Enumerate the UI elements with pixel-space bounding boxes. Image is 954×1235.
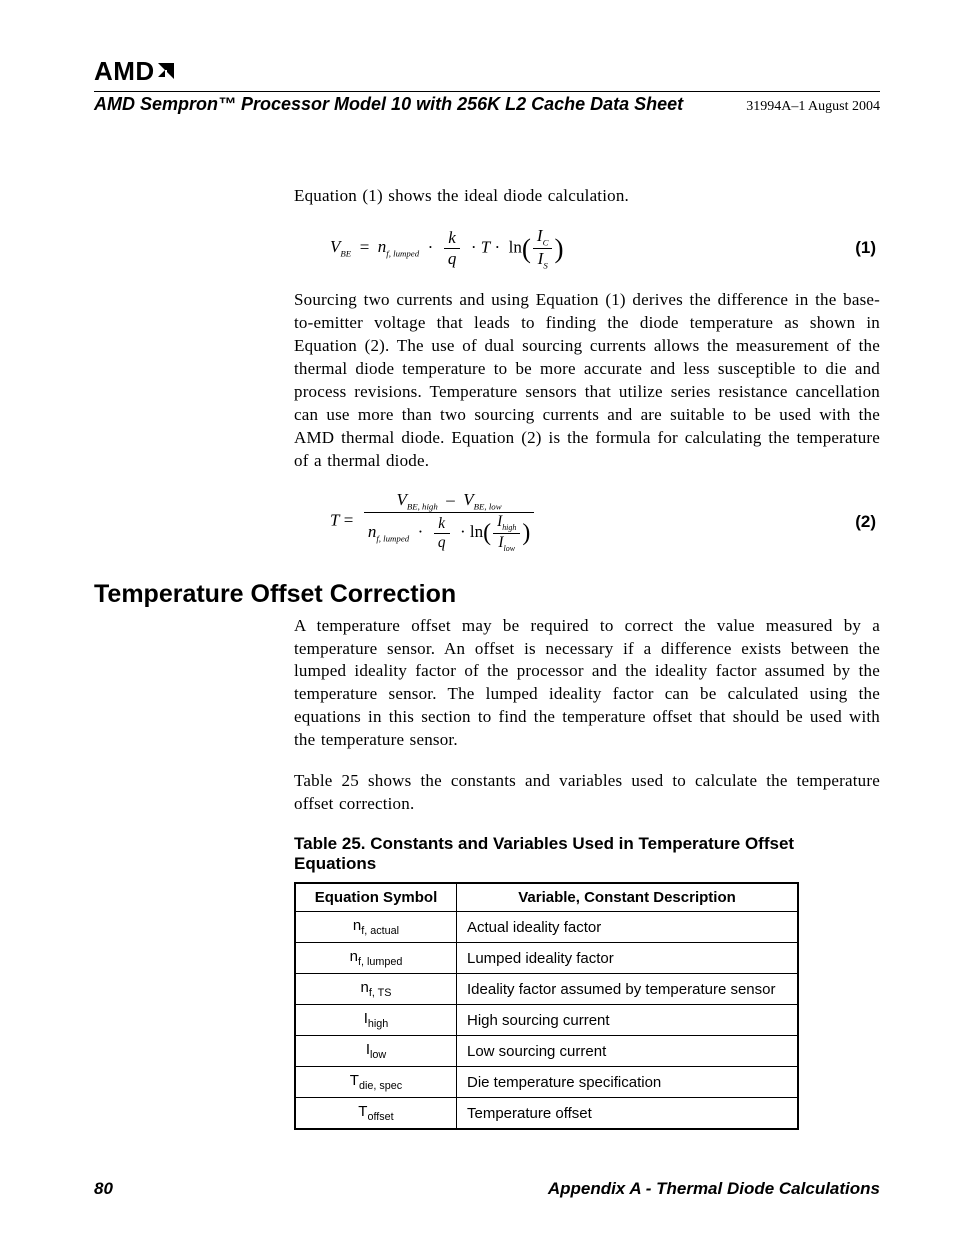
table-25-caption: Table 25. Constants and Variables Used i…	[294, 834, 880, 874]
amd-arrow-icon	[155, 60, 177, 82]
symbol-cell: nf, lumped	[295, 943, 457, 974]
page-footer: 80 Appendix A - Thermal Diode Calculatio…	[94, 1179, 880, 1199]
paragraph-3: A temperature offset may be required to …	[294, 615, 880, 753]
symbol-cell: Ilow	[295, 1036, 457, 1067]
header-rule	[94, 91, 880, 92]
description-cell: Lumped ideality factor	[457, 943, 799, 974]
table-row: nf, TSIdeality factor assumed by tempera…	[295, 974, 798, 1005]
doc-revision: 31994A–1 August 2004	[746, 99, 880, 115]
body-column: Equation (1) shows the ideal diode calcu…	[294, 185, 880, 554]
intro-paragraph: Equation (1) shows the ideal diode calcu…	[294, 185, 880, 208]
page-number: 80	[94, 1179, 113, 1199]
header-row: AMD Sempron™ Processor Model 10 with 256…	[94, 94, 880, 115]
equation-1-block: VBE = nf, lumped · kq · T · ln( IC IS ) …	[294, 226, 880, 271]
table-header-row: Equation Symbol Variable, Constant Descr…	[295, 883, 798, 912]
table-row: IlowLow sourcing current	[295, 1036, 798, 1067]
equation-1-number: (1)	[855, 238, 880, 258]
symbol-cell: nf, TS	[295, 974, 457, 1005]
symbol-cell: Toffset	[295, 1098, 457, 1130]
table-row: ToffsetTemperature offset	[295, 1098, 798, 1130]
equation-1: VBE = nf, lumped · kq · T · ln( IC IS )	[294, 226, 564, 271]
paragraph-2: Sourcing two currents and using Equation…	[294, 289, 880, 473]
brand-text: AMD	[94, 56, 155, 86]
section-heading: Temperature Offset Correction	[94, 580, 880, 609]
symbol-cell: Tdie, spec	[295, 1067, 457, 1098]
table-row: IhighHigh sourcing current	[295, 1005, 798, 1036]
description-cell: Die temperature specification	[457, 1067, 799, 1098]
description-cell: Low sourcing current	[457, 1036, 799, 1067]
table-col-desc: Variable, Constant Description	[457, 883, 799, 912]
table-25: Equation Symbol Variable, Constant Descr…	[294, 882, 799, 1130]
table-row: nf, lumpedLumped ideality factor	[295, 943, 798, 974]
brand-logo: AMD	[94, 56, 880, 87]
appendix-label: Appendix A - Thermal Diode Calculations	[548, 1179, 880, 1199]
paragraph-4: Table 25 shows the constants and variabl…	[294, 770, 880, 816]
description-cell: Temperature offset	[457, 1098, 799, 1130]
description-cell: High sourcing current	[457, 1005, 799, 1036]
equation-2: T = VBE, high – VBE, low nf, lumped · kq…	[294, 490, 536, 553]
table-col-symbol: Equation Symbol	[295, 883, 457, 912]
equation-2-block: T = VBE, high – VBE, low nf, lumped · kq…	[294, 490, 880, 553]
description-cell: Ideality factor assumed by temperature s…	[457, 974, 799, 1005]
description-cell: Actual ideality factor	[457, 912, 799, 943]
table-row: nf, actualActual ideality factor	[295, 912, 798, 943]
symbol-cell: nf, actual	[295, 912, 457, 943]
table-row: Tdie, specDie temperature specification	[295, 1067, 798, 1098]
equation-2-number: (2)	[855, 512, 880, 532]
doc-title: AMD Sempron™ Processor Model 10 with 256…	[94, 94, 683, 115]
symbol-cell: Ihigh	[295, 1005, 457, 1036]
